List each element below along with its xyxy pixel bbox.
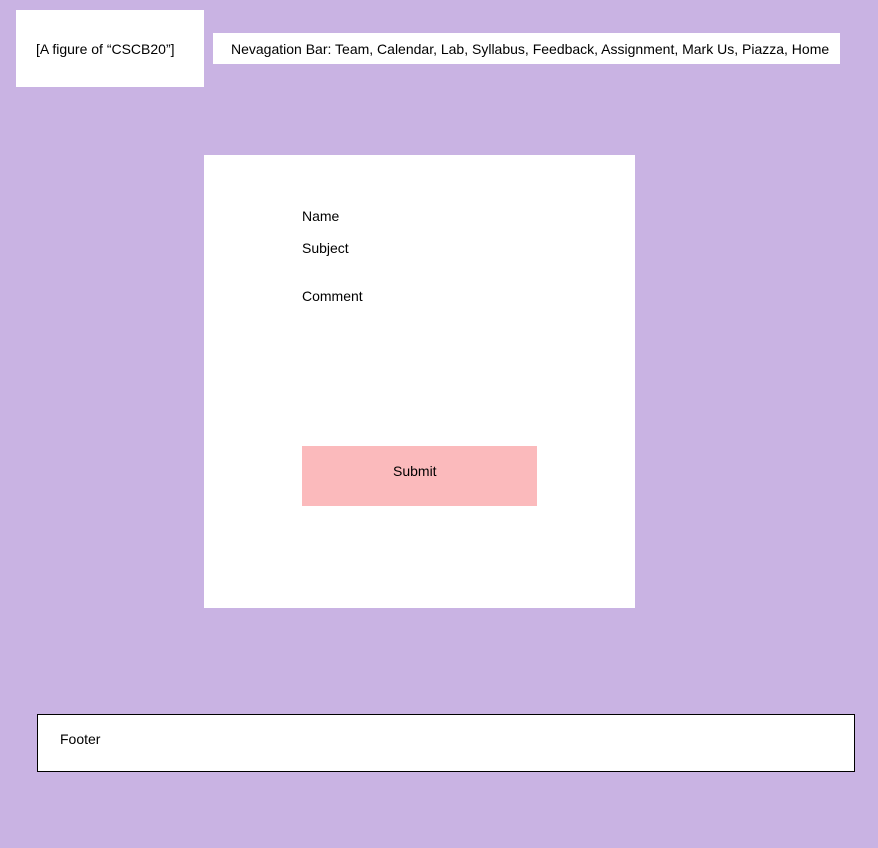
logo-placeholder-text: [A figure of “CSCB20”] [36,41,175,57]
comment-label: Comment [302,288,363,304]
submit-button[interactable]: Submit [302,446,537,506]
feedback-form: Name Subject Comment Submit [204,155,635,608]
footer: Footer [37,714,855,772]
name-label: Name [302,208,340,224]
footer-text: Footer [60,731,101,747]
submit-button-label: Submit [393,463,437,479]
subject-label: Subject [302,240,349,256]
navigation-bar-text: Nevagation Bar: Team, Calendar, Lab, Syl… [231,41,830,57]
logo-placeholder[interactable]: [A figure of “CSCB20”] [16,10,204,87]
navigation-bar[interactable]: Nevagation Bar: Team, Calendar, Lab, Syl… [213,33,840,64]
